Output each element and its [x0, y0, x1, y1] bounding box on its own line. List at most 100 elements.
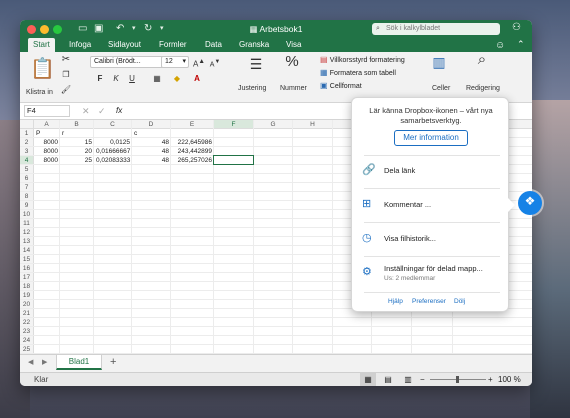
column-header-e[interactable]: E	[171, 120, 214, 129]
ribbon-tabs: Start Infoga Sidlayout Formler Data Gran…	[20, 38, 532, 52]
zoom-out-icon[interactable]: −	[420, 375, 425, 384]
zoom-slider-thumb[interactable]	[456, 376, 459, 383]
borders-icon[interactable]: ▦	[150, 73, 164, 85]
cell-styles-button[interactable]: ▣ Cellformat	[320, 81, 430, 93]
file-history-item[interactable]: ◷ Visa filhistorik...	[362, 232, 500, 248]
tab-granska[interactable]: Granska	[239, 38, 269, 52]
sheet-tab-blad1[interactable]: Blad1	[56, 355, 102, 370]
grid-line	[59, 120, 60, 368]
preferences-link[interactable]: Preferenser	[412, 298, 446, 305]
divider	[364, 155, 500, 156]
zoom-in-icon[interactable]: +	[488, 375, 493, 384]
insert-function-icon[interactable]: fx	[116, 106, 122, 115]
dropbox-icon: ❖	[524, 194, 536, 208]
tab-formler[interactable]: Formler	[159, 38, 187, 52]
selected-cell-f4[interactable]	[213, 155, 254, 165]
confirm-icon[interactable]: ✓	[98, 106, 106, 117]
tab-sidlayout[interactable]: Sidlayout	[108, 38, 141, 52]
learn-more-button[interactable]: Mer information	[394, 130, 468, 146]
table-cell[interactable]: 8000	[36, 156, 58, 165]
feedback-smiley-icon[interactable]: ☺	[495, 40, 505, 51]
table-cell[interactable]	[173, 129, 212, 138]
table-cell[interactable]: 0,02083333	[96, 156, 130, 165]
column-header-a[interactable]: A	[34, 120, 60, 129]
tab-start[interactable]: Start	[28, 38, 55, 52]
table-cell[interactable]: 0,01666667	[96, 147, 130, 156]
table-cell[interactable]: 243,442899	[173, 147, 212, 156]
format-as-table-button[interactable]: ▦ Formatera som tabell	[320, 68, 430, 80]
tab-visa[interactable]: Visa	[286, 38, 301, 52]
share-user-icon[interactable]: ⚇	[512, 22, 521, 33]
search-input[interactable]: ⌕ Sök i kalkylbladet	[372, 23, 500, 35]
table-cell[interactable]: 25	[62, 156, 92, 165]
history-icon: ◷	[362, 232, 372, 244]
name-box[interactable]: F4	[24, 105, 70, 117]
search-icon: ⌕	[376, 25, 380, 32]
font-name-select[interactable]: Calibri (Brödt... ▾	[90, 56, 172, 68]
column-header-d[interactable]: D	[132, 120, 171, 129]
table-cell[interactable]: 20	[62, 147, 92, 156]
format-painter-icon[interactable]: 🖌	[60, 84, 72, 96]
share-link-item[interactable]: 🔗 Dela länk	[362, 164, 500, 180]
ribbon: 📋 Klistra in ✂ ❐ 🖌 Calibri (Brödt... ▾ 1…	[20, 52, 532, 103]
table-cell[interactable]: c	[134, 129, 169, 138]
grid-line	[20, 326, 532, 327]
popup-arrow	[508, 198, 515, 212]
bold-button[interactable]: F	[94, 73, 106, 85]
help-link[interactable]: Hjälp	[388, 298, 403, 305]
page-layout-view-icon[interactable]: ▤	[380, 373, 396, 386]
decrease-font-icon[interactable]: A▼	[208, 56, 222, 68]
page-break-view-icon[interactable]: ▥	[400, 373, 416, 386]
alignment-icon[interactable]: ☰	[246, 57, 266, 71]
cancel-icon[interactable]: ✕	[82, 106, 90, 117]
conditional-formatting-button[interactable]: ▤ Villkorsstyrd formatering	[320, 55, 430, 67]
table-cell[interactable]: 48	[134, 156, 169, 165]
increase-font-icon[interactable]: A▲	[192, 56, 206, 69]
collapse-ribbon-icon[interactable]: ⌃	[517, 39, 525, 50]
tab-infoga[interactable]: Infoga	[69, 38, 91, 52]
status-text: Klar	[34, 375, 49, 384]
font-size-select[interactable]: 12 ▾	[161, 56, 189, 68]
column-header-g[interactable]: G	[254, 120, 293, 129]
comment-label: Kommentar ...	[384, 200, 432, 209]
table-cell[interactable]: 8000	[36, 138, 58, 147]
percent-icon[interactable]: %	[282, 54, 302, 69]
underline-button[interactable]: U	[126, 73, 138, 85]
select-all-corner[interactable]	[20, 120, 34, 129]
format-table-icon: ▦	[320, 68, 330, 77]
column-header-h[interactable]: H	[293, 120, 333, 129]
italic-button[interactable]: K	[110, 73, 122, 85]
comment-item[interactable]: ⊞ Kommentar ...	[362, 198, 500, 214]
hide-link[interactable]: Dölj	[454, 298, 465, 305]
shared-folder-settings-item[interactable]: ⚙ Inställningar för delad mapp... Us: 2 …	[362, 264, 500, 286]
dropbox-badge-button[interactable]: ❖	[518, 191, 542, 215]
table-cell[interactable]: 15	[62, 138, 92, 147]
table-cell[interactable]: P	[36, 129, 58, 138]
tab-data[interactable]: Data	[205, 38, 222, 52]
table-cell[interactable]: 8000	[36, 147, 58, 156]
font-color-icon[interactable]: A	[190, 73, 204, 85]
table-cell[interactable]: 222,645986	[173, 138, 212, 147]
paste-button[interactable]: 📋 Klistra in	[26, 56, 55, 100]
table-cell[interactable]	[96, 129, 130, 138]
normal-view-icon[interactable]: ▦	[360, 373, 376, 386]
grid-line	[170, 120, 171, 368]
cut-icon[interactable]: ✂	[60, 54, 72, 66]
copy-icon[interactable]: ❐	[60, 69, 72, 81]
table-cell[interactable]: r	[62, 129, 92, 138]
table-cell[interactable]: 0,0125	[96, 138, 130, 147]
column-header-b[interactable]: B	[60, 120, 94, 129]
editing-label: Redigering	[466, 85, 500, 92]
table-cell[interactable]: 265,257026	[173, 156, 212, 165]
fill-color-icon[interactable]: ◆	[170, 73, 184, 85]
column-header-f[interactable]: F	[214, 120, 254, 129]
next-sheet-icon[interactable]: ▶	[42, 358, 47, 366]
find-search-icon[interactable]: ⌕	[472, 52, 492, 67]
table-cell[interactable]: 48	[134, 138, 169, 147]
column-header-c[interactable]: C	[94, 120, 132, 129]
divider	[364, 188, 500, 189]
table-cell[interactable]: 48	[134, 147, 169, 156]
add-sheet-button[interactable]: +	[110, 356, 116, 368]
cells-icon[interactable]: ▥	[430, 55, 448, 69]
prev-sheet-icon[interactable]: ◀	[28, 358, 33, 366]
